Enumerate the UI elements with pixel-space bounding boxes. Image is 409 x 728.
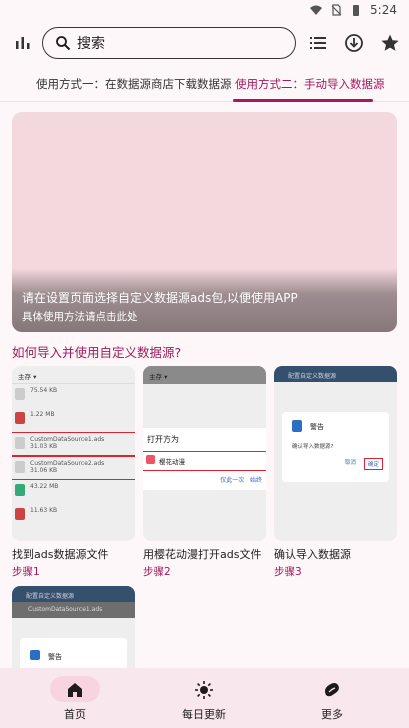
list-item: 43.22 MB: [12, 480, 135, 504]
file-manager-bar: 主存 ▾: [12, 366, 135, 384]
tab-store-download[interactable]: 使用方式一：在数据源商店下载数据源: [36, 76, 232, 92]
wifi-icon: [310, 5, 323, 15]
step-card-2[interactable]: 主存 ▾ 打开方为 樱花动漫 仅此一次 始终 用樱花动漫打开ads文件 步骤2: [143, 366, 266, 579]
file-icon: [15, 388, 25, 400]
file-icon: [15, 508, 25, 520]
file-icon: [15, 484, 25, 496]
step-number: 步骤2: [143, 566, 171, 578]
step-caption: 确认导入数据源: [274, 548, 351, 561]
bar-chart-icon[interactable]: [12, 32, 34, 54]
bean-icon: [325, 683, 339, 697]
list-item: CustomDataSource1.ads: [12, 602, 135, 618]
file-manager-bar: 主存 ▾: [143, 366, 266, 384]
banner-subtitle: 具体使用方法请点击此处: [22, 311, 138, 323]
no-sim-icon: [331, 4, 342, 16]
nav-label: 每日更新: [182, 708, 226, 721]
tab-indicator: [233, 99, 373, 102]
list-item: 1.22 MB: [12, 408, 135, 432]
nav-more[interactable]: 更多: [282, 668, 382, 728]
file-icon: [15, 461, 25, 473]
section-title: 如何导入并使用自定义数据源?: [12, 345, 182, 360]
banner-card[interactable]: 请在设置页面选择自定义数据源ads包,以便使用APP 具体使用方法请点击此处: [12, 112, 397, 332]
app-icon: [146, 455, 155, 464]
step-card-3[interactable]: 配置自定义数据源 警告 确认导入数据源? 取消 确定 确认导入数据源 步骤3: [274, 366, 397, 579]
step-card-4[interactable]: 配置自定义数据源 CustomDataSource1.ads 警告: [12, 586, 135, 668]
top-app-bar: 搜索: [0, 24, 409, 64]
list-icon[interactable]: [307, 32, 329, 54]
step-2-screenshot: 主存 ▾ 打开方为 樱花动漫 仅此一次 始终: [143, 366, 266, 541]
warning-dialog: 警告: [20, 638, 127, 668]
home-icon: [68, 683, 82, 697]
nav-home[interactable]: 首页: [25, 668, 125, 728]
step-number: 步骤3: [274, 566, 302, 578]
nav-label: 首页: [64, 708, 86, 721]
step-1-screenshot: 主存 ▾ 75.54 KB 1.22 MB CustomDataSource1.…: [12, 366, 135, 541]
status-time: 5:24: [370, 3, 397, 17]
battery-icon: [353, 5, 360, 16]
list-item: CustomDataSource1.ads 31.03 KB: [12, 432, 135, 456]
open-with-buttons: 仅此一次 始终: [220, 477, 262, 484]
nav-label: 更多: [321, 708, 343, 721]
tab-manual-import[interactable]: 使用方式二：手动导入数据源: [235, 76, 385, 92]
list-item: CustomDataSource2.ads 31.06 KB: [12, 456, 135, 480]
step-card-1[interactable]: 主存 ▾ 75.54 KB 1.22 MB CustomDataSource1.…: [12, 366, 135, 579]
app-option: 樱花动漫: [143, 451, 266, 471]
screen-bar: 配置自定义数据源: [12, 586, 135, 602]
screen-bar: 配置自定义数据源: [274, 366, 397, 382]
search-bar[interactable]: 搜索: [42, 27, 296, 59]
step-4-screenshot: 配置自定义数据源 CustomDataSource1.ads 警告: [12, 586, 135, 668]
open-with-sheet: 打开方为 樱花动漫 仅此一次 始终: [143, 428, 266, 490]
banner-title: 请在设置页面选择自定义数据源ads包,以便使用APP: [22, 291, 298, 305]
nav-daily-update[interactable]: 每日更新: [154, 668, 254, 728]
star-icon[interactable]: [379, 32, 401, 54]
open-with-title: 打开方为: [147, 435, 179, 444]
download-icon[interactable]: [343, 32, 365, 54]
step-caption: 找到ads数据源文件: [12, 548, 109, 561]
step-number: 步骤1: [12, 566, 40, 578]
step-3-screenshot: 配置自定义数据源 警告 确认导入数据源? 取消 确定: [274, 366, 397, 541]
list-item: 11.63 KB: [12, 504, 135, 528]
search-label: 搜索: [77, 36, 105, 52]
document-icon: [292, 420, 302, 432]
file-icon: [15, 412, 25, 424]
shapes-icon: [30, 650, 40, 660]
bottom-navigation: 首页 每日更新 更多: [0, 668, 409, 728]
status-bar: 5:24: [0, 0, 409, 20]
step-caption: 用樱花动漫打开ads文件: [143, 548, 262, 561]
warning-dialog: 警告 确认导入数据源? 取消 确定: [282, 412, 389, 482]
search-icon: [56, 36, 71, 51]
list-item: 75.54 KB: [12, 384, 135, 408]
sun-icon: [195, 681, 213, 699]
tab-bar: 使用方式一：在数据源商店下载数据源 使用方式二：手动导入数据源: [0, 70, 409, 102]
file-icon: [15, 437, 25, 449]
